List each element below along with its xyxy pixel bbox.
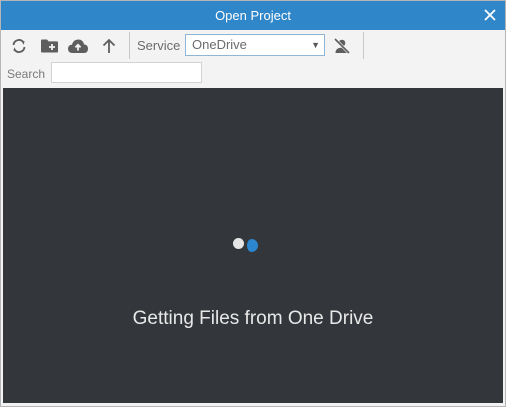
refresh-button[interactable] [7, 34, 31, 58]
toolbar: Service OneDrive ▼ [1, 30, 505, 61]
toolbar-separator [129, 32, 130, 59]
sign-out-button[interactable] [330, 34, 354, 58]
chevron-down-icon: ▼ [311, 40, 320, 50]
search-bar: Search [1, 61, 505, 88]
service-select-value: OneDrive [192, 37, 247, 52]
file-list-area: Getting Files from One Drive [3, 88, 503, 403]
toolbar-separator [363, 32, 364, 59]
search-input[interactable] [51, 62, 202, 83]
search-label: Search [7, 67, 46, 81]
spinner-dot [233, 238, 244, 249]
new-folder-icon [40, 39, 58, 53]
user-off-icon [333, 37, 351, 55]
upload-button[interactable] [66, 34, 90, 58]
dialog-title: Open Project [215, 8, 291, 23]
refresh-icon [12, 39, 26, 53]
service-label: Service [137, 38, 181, 53]
spinner-dot [245, 239, 258, 252]
open-project-dialog: Open Project Service OneDrive ▼ Search G… [0, 0, 506, 407]
close-button[interactable] [479, 4, 501, 26]
new-folder-button[interactable] [37, 34, 61, 58]
title-bar: Open Project [1, 1, 505, 30]
service-select[interactable]: OneDrive ▼ [185, 34, 325, 56]
close-icon [484, 9, 496, 21]
arrow-up-icon [102, 38, 116, 53]
loading-spinner [233, 236, 263, 252]
loading-status-text: Getting Files from One Drive [132, 308, 374, 329]
upload-cloud-icon [68, 39, 88, 53]
parent-folder-button[interactable] [97, 34, 121, 58]
